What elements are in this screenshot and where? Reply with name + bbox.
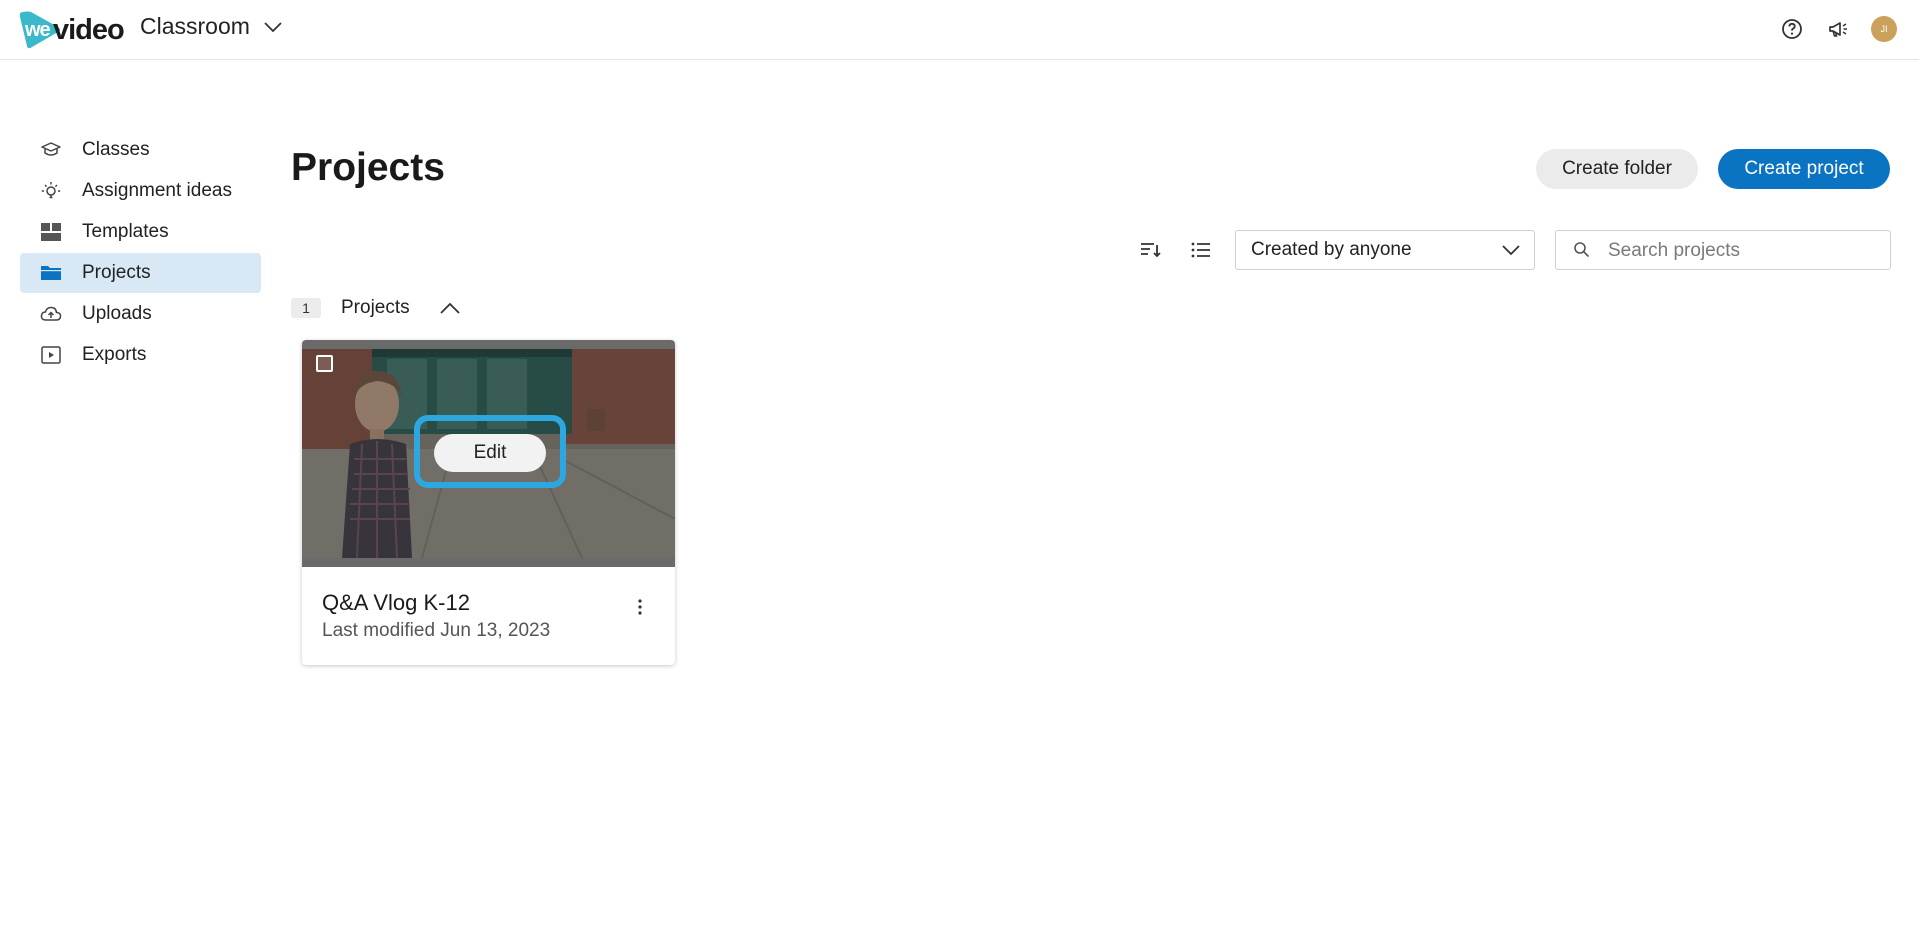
sidebar-item-projects[interactable]: Projects [20,253,261,293]
cloud-upload-icon [40,303,62,325]
logo-text: video [53,14,125,46]
edit-button[interactable]: Edit [434,434,546,472]
folder-icon [40,262,62,284]
sidebar-item-classes[interactable]: Classes [20,130,261,170]
sidebar-nav: Classes Assignment ideas Templates Proje… [20,130,261,376]
list-view-icon[interactable] [1188,237,1214,263]
select-checkbox[interactable] [316,355,333,372]
wevideo-logo[interactable]: we video [19,10,125,50]
chevron-up-icon[interactable] [438,296,462,320]
sidebar-item-label: Exports [82,344,147,365]
lightbulb-icon [40,180,62,202]
search-box [1555,230,1891,270]
create-project-button[interactable]: Create project [1718,149,1890,189]
group-label: Projects [341,297,410,318]
sidebar-item-uploads[interactable]: Uploads [20,294,261,334]
project-thumbnail[interactable]: Edit [302,340,675,567]
play-export-icon [40,344,62,366]
project-title[interactable]: Q&A Vlog K-12 [322,590,470,616]
sidebar-item-label: Classes [82,139,150,160]
sidebar-item-assignment-ideas[interactable]: Assignment ideas [20,171,261,211]
search-icon [1574,242,1590,258]
created-by-filter[interactable]: Created by anyone [1235,230,1535,270]
create-folder-button[interactable]: Create folder [1536,149,1698,189]
search-input[interactable] [1606,235,1880,267]
avatar[interactable]: JI [1871,16,1897,42]
chevron-down-icon [1502,245,1520,256]
chevron-down-icon [264,21,282,32]
sidebar-item-label: Templates [82,221,169,242]
project-card[interactable]: Edit Q&A Vlog K-12 Last modified Jun 13,… [302,340,675,665]
graduation-cap-icon [40,139,62,161]
announcement-icon[interactable] [1825,16,1851,42]
sidebar-item-templates[interactable]: Templates [20,212,261,252]
sidebar-item-label: Uploads [82,303,152,324]
sidebar-item-label: Projects [82,262,151,283]
project-modified-date: Last modified Jun 13, 2023 [322,620,551,641]
project-group-header: 1 Projects [291,294,462,322]
sidebar-item-exports[interactable]: Exports [20,335,261,375]
logo-we: we [25,19,51,41]
help-icon[interactable] [1779,16,1805,42]
top-bar: we video Classroom JI [0,0,1919,60]
filter-selected-value: Created by anyone [1251,239,1412,260]
sort-icon[interactable] [1138,237,1164,263]
more-options-icon[interactable] [628,593,652,621]
page-title: Projects [291,146,445,189]
workspace-label: Classroom [140,13,250,39]
workspace-switcher[interactable]: Classroom [140,13,282,40]
sidebar-item-label: Assignment ideas [82,180,232,201]
templates-icon [40,221,62,243]
group-count-badge: 1 [291,298,321,318]
